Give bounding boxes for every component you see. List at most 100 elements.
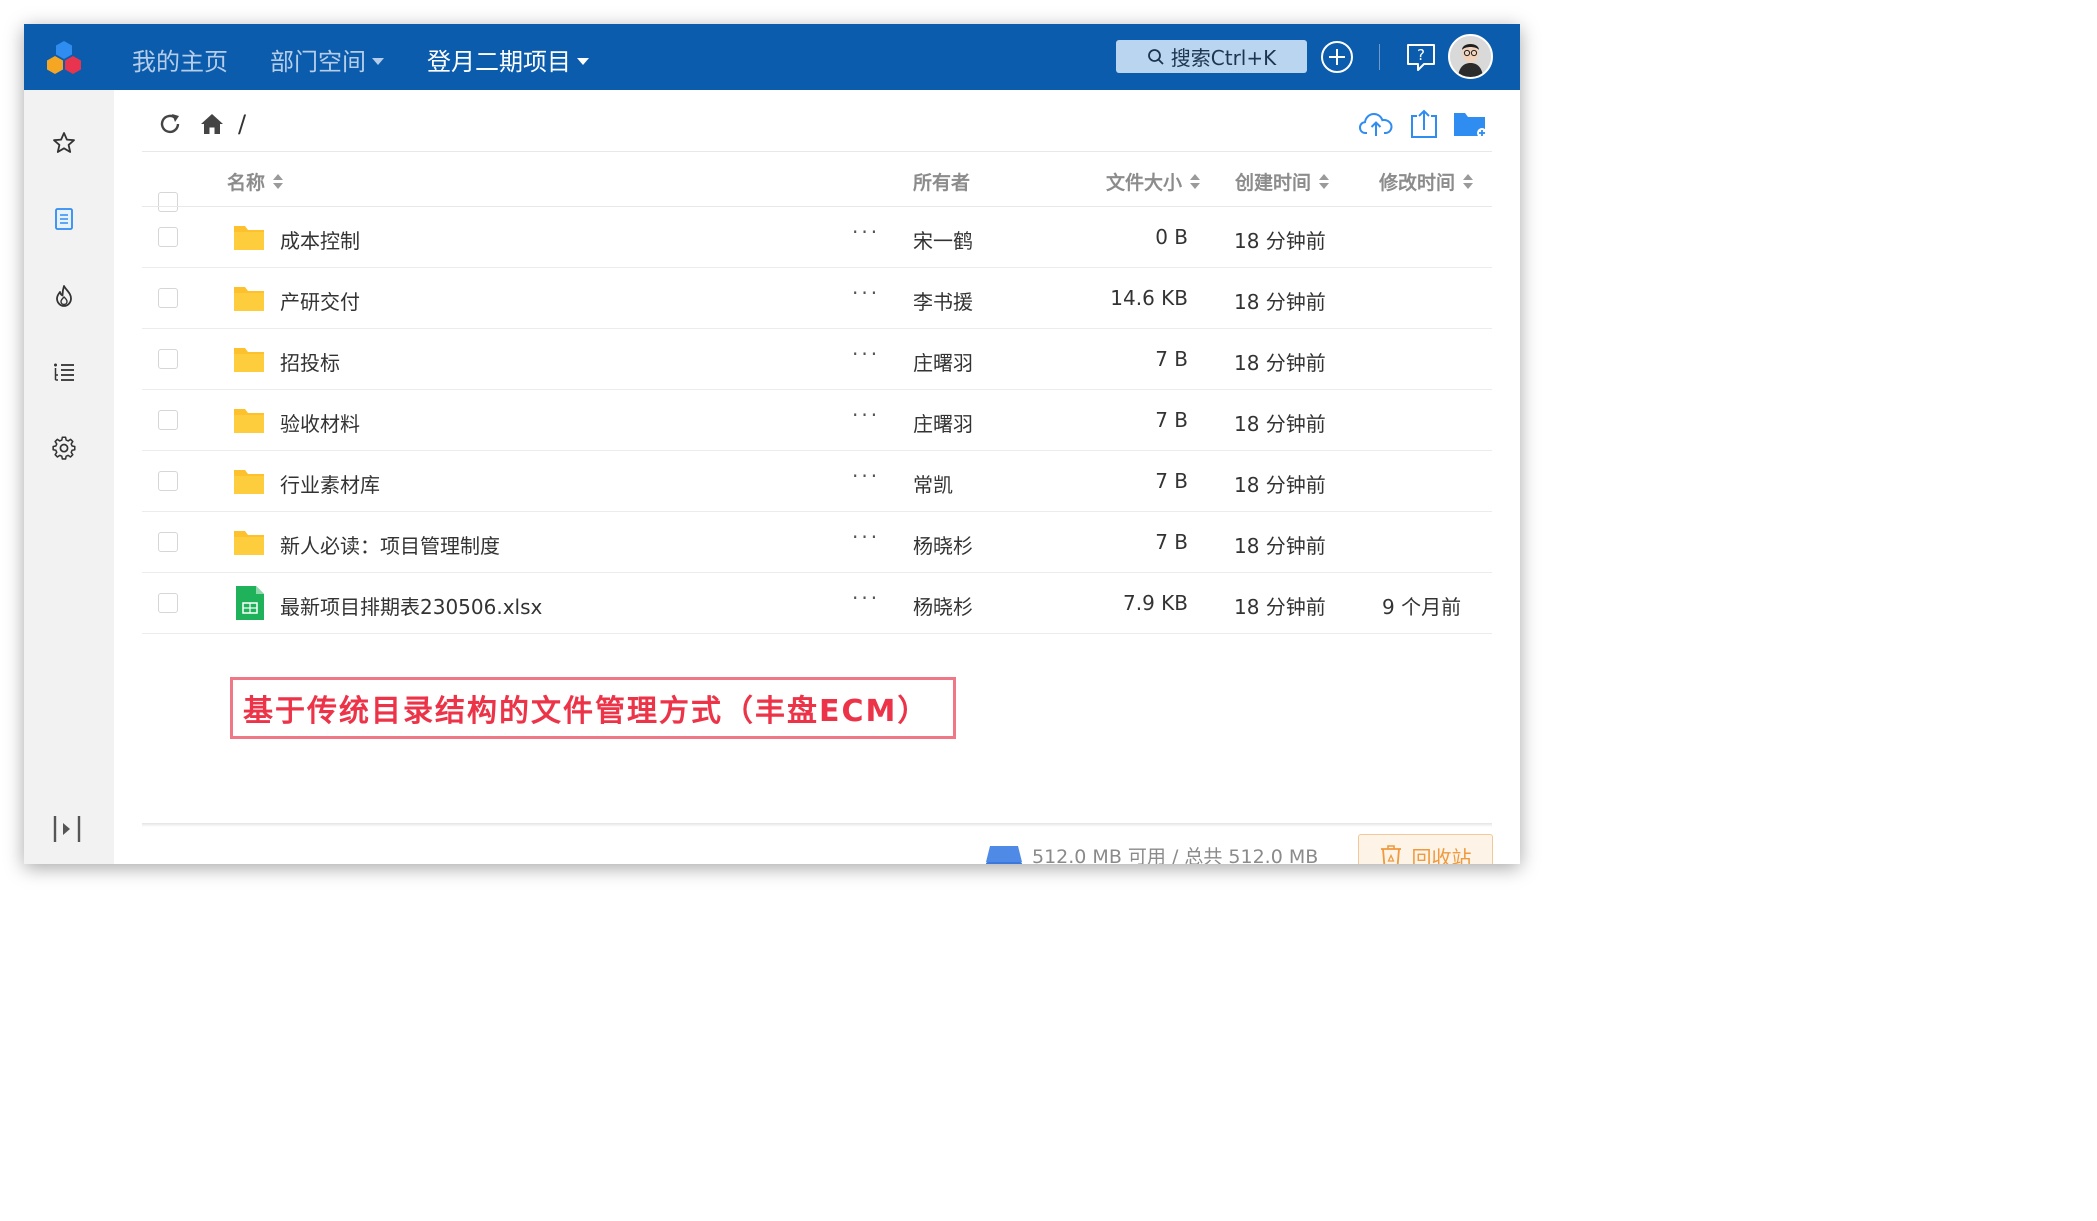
upload-file-icon[interactable] [1408,108,1440,140]
search-button[interactable]: 搜索Ctrl+K [1116,40,1307,73]
folder-icon [234,409,264,433]
row-checkbox[interactable] [158,227,178,247]
column-header-modified[interactable]: 修改时间 [1379,168,1474,195]
row-checkbox[interactable] [158,471,178,491]
app-window: 我的主页 部门空间 登月二期项目 搜索Ctrl+K ? / 名称 所有者 文件大… [24,24,1520,864]
column-header-size[interactable]: 文件大小 [1106,168,1201,195]
more-options-button[interactable]: ··· [852,464,880,488]
more-options-button[interactable]: ··· [852,403,880,427]
file-name[interactable]: 新人必读：项目管理制度 [280,530,500,559]
help-icon[interactable]: ? [1404,40,1438,74]
nav-current-project-label: 登月二期项目 [427,48,571,76]
recycle-bin-button[interactable]: 回收站 [1358,834,1493,864]
sort-icon [273,174,284,189]
sidebar [24,90,114,864]
nav-department-space-label: 部门空间 [270,48,366,76]
chevron-down-icon [577,58,589,65]
file-owner: 庄曙羽 [913,412,973,436]
recycle-bin-icon [1380,845,1401,864]
row-checkbox[interactable] [158,349,178,369]
refresh-icon[interactable] [156,110,184,138]
file-owner: 常凯 [913,473,953,497]
cloud-upload-icon[interactable] [1358,110,1394,138]
table-row[interactable]: 最新项目排期表230506.xlsx ··· 杨晓杉 7.9 KB 18 分钟前… [142,573,1492,634]
collapse-sidebar-icon[interactable] [52,814,82,844]
more-options-button[interactable]: ··· [852,586,880,610]
column-header-created-label: 创建时间 [1235,172,1312,194]
folder-icon [234,470,264,494]
svg-text:?: ? [1417,46,1425,64]
more-options-button[interactable]: ··· [852,220,880,244]
table-row[interactable]: 新人必读：项目管理制度 ··· 杨晓杉 7 B 18 分钟前 [142,512,1492,573]
file-size: 7 B [1155,530,1188,554]
search-label: 搜索Ctrl+K [1170,46,1277,70]
file-owner: 杨晓杉 [913,534,973,558]
file-name[interactable]: 产研交付 [280,286,360,315]
list-icon[interactable] [51,359,77,385]
breadcrumb-root[interactable]: / [238,110,246,138]
file-size: 0 B [1155,225,1188,249]
folder-icon [234,287,264,311]
file-size: 14.6 KB [1110,286,1188,310]
more-options-button[interactable]: ··· [852,281,880,305]
add-icon[interactable] [1320,40,1354,74]
user-avatar[interactable] [1448,34,1493,79]
table-row[interactable]: 产研交付 ··· 李书援 14.6 KB 18 分钟前 [142,268,1492,329]
file-created: 18 分钟前 [1234,595,1326,619]
file-name[interactable]: 最新项目排期表230506.xlsx [280,591,542,620]
table-row[interactable]: 招投标 ··· 庄曙羽 7 B 18 分钟前 [142,329,1492,390]
nav-department-space[interactable]: 部门空间 [270,42,384,77]
sort-icon [1463,174,1474,189]
column-header-size-label: 文件大小 [1106,172,1183,194]
file-owner: 杨晓杉 [913,595,973,619]
nav-current-project[interactable]: 登月二期项目 [427,42,589,77]
file-size: 7 B [1155,347,1188,371]
column-header-created[interactable]: 创建时间 [1235,168,1330,195]
file-created: 18 分钟前 [1234,534,1326,558]
file-name[interactable]: 行业素材库 [280,469,380,498]
home-icon[interactable] [198,110,226,138]
nav-my-home-label: 我的主页 [132,48,228,76]
file-created: 18 分钟前 [1234,412,1326,436]
file-name[interactable]: 验收材料 [280,408,360,437]
recycle-bin-label: 回收站 [1411,845,1472,865]
file-created: 18 分钟前 [1234,229,1326,253]
sort-icon [1319,174,1330,189]
nav-my-home[interactable]: 我的主页 [132,42,228,77]
row-checkbox[interactable] [158,288,178,308]
file-name[interactable]: 招投标 [280,347,340,376]
disk-icon [986,846,1022,864]
column-header-owner: 所有者 [913,168,970,195]
new-folder-icon[interactable] [1452,108,1488,140]
folder-icon [234,348,264,372]
file-modified: 9 个月前 [1382,595,1462,619]
star-icon[interactable] [51,130,77,156]
more-options-button[interactable]: ··· [852,342,880,366]
table-row[interactable]: 成本控制 ··· 宋一鹤 0 B 18 分钟前 [142,207,1492,268]
file-name[interactable]: 成本控制 [280,225,360,254]
storage-quota-text: 512.0 MB 可用 / 总共 512.0 MB [1032,846,1319,864]
folder-icon [234,226,264,250]
table-row[interactable]: 行业素材库 ··· 常凯 7 B 18 分钟前 [142,451,1492,512]
file-size: 7 B [1155,408,1188,432]
file-size: 7 B [1155,469,1188,493]
row-checkbox[interactable] [158,410,178,430]
column-header-name-label: 名称 [227,172,266,194]
toolbar-divider [1379,44,1380,70]
row-checkbox[interactable] [158,593,178,613]
search-icon [1147,48,1164,65]
user-avatar-image [1450,36,1491,77]
app-logo[interactable] [44,38,84,78]
more-options-button[interactable]: ··· [852,525,880,549]
footer-divider [142,823,1492,827]
file-owner: 宋一鹤 [913,229,973,253]
table-row[interactable]: 验收材料 ··· 庄曙羽 7 B 18 分钟前 [142,390,1492,451]
column-header-owner-label: 所有者 [913,172,971,194]
fire-icon[interactable] [51,283,77,309]
column-header-modified-label: 修改时间 [1379,172,1456,194]
row-checkbox[interactable] [158,532,178,552]
document-icon[interactable] [51,206,77,232]
column-header-name[interactable]: 名称 [227,168,284,195]
gear-icon[interactable] [51,435,77,461]
row-divider [142,633,1492,634]
